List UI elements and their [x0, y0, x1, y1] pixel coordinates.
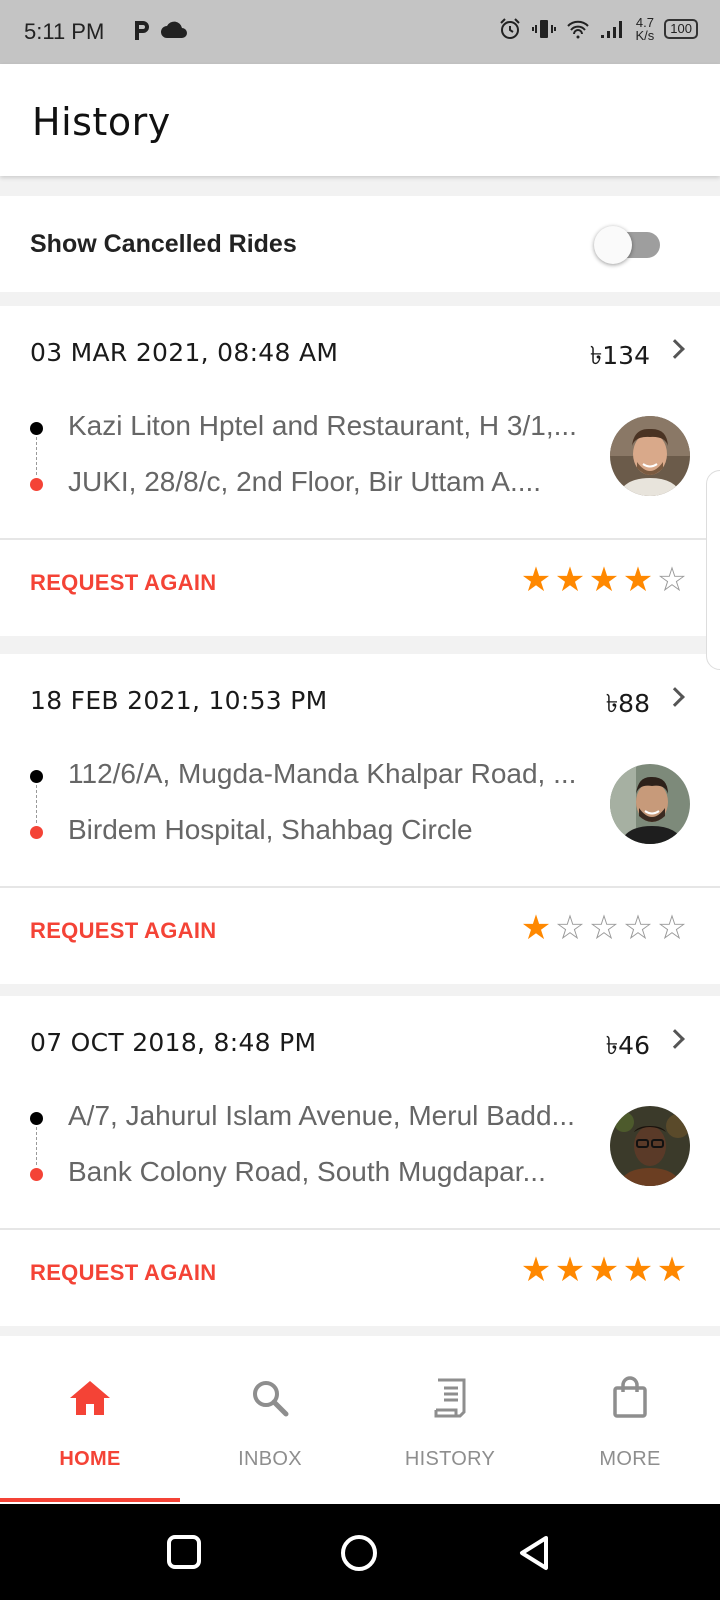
cancelled-rides-row: Show Cancelled Rides	[0, 196, 720, 292]
wifi-icon	[566, 20, 589, 39]
toggle-thumb	[594, 226, 632, 264]
bag-icon	[613, 1376, 647, 1418]
ride-date: 18 FEB 2021, 10:53 PM	[30, 686, 328, 715]
side-edge-handle[interactable]	[706, 470, 720, 670]
ride-date: 07 OCT 2018, 8:48 PM	[30, 1028, 317, 1057]
home-circle-icon[interactable]	[340, 1534, 378, 1572]
star-filled-icon: ★	[588, 1251, 620, 1289]
status-right-icons: 4.7 K/s 100	[498, 16, 698, 42]
star-outline-icon: ☆	[622, 909, 654, 947]
nav-item-more[interactable]: MORE	[540, 1336, 720, 1504]
receipt-icon	[434, 1378, 466, 1418]
card-divider	[0, 1228, 720, 1230]
ride-date: 03 MAR 2021, 08:48 AM	[30, 338, 339, 367]
star-filled-icon: ★	[554, 561, 586, 599]
driver-avatar	[610, 416, 690, 496]
request-again-button[interactable]: REQUEST AGAIN	[30, 570, 216, 596]
dropoff-dot-icon	[30, 826, 43, 839]
rating-stars: ★ ★ ★ ★ ☆	[520, 562, 688, 598]
dropoff-address: JUKI, 28/8/c, 2nd Floor, Bir Uttam A....	[68, 466, 542, 497]
route-line	[36, 1127, 37, 1165]
driver-avatar	[610, 764, 690, 844]
star-outline-icon: ☆	[656, 909, 688, 947]
star-filled-icon: ★	[520, 561, 552, 599]
recents-icon[interactable]	[166, 1534, 202, 1570]
dropoff-address: Birdem Hospital, Shahbag Circle	[68, 814, 473, 845]
nav-label-inbox: INBOX	[238, 1448, 302, 1470]
page-title: History	[32, 100, 171, 144]
rating-stars: ★ ★ ★ ★ ★	[520, 1252, 688, 1288]
home-icon	[70, 1381, 110, 1415]
star-filled-icon: ★	[622, 561, 654, 599]
star-filled-icon: ★	[554, 1251, 586, 1289]
rating-stars: ★ ☆ ☆ ☆ ☆	[520, 910, 688, 946]
pickup-address: A/7, Jahurul Islam Avenue, Merul Badd...	[68, 1100, 575, 1131]
ride-fare: ৳88	[605, 689, 650, 718]
route-line	[36, 437, 37, 475]
status-time: 5:11 PM	[24, 19, 105, 44]
cancelled-rides-label: Show Cancelled Rides	[30, 230, 297, 258]
star-outline-icon: ☆	[588, 909, 620, 947]
nav-label-history: HISTORY	[404, 1448, 496, 1470]
chevron-right-icon[interactable]	[665, 339, 685, 359]
status-left-icons	[132, 18, 188, 42]
card-divider	[0, 886, 720, 888]
app-bar: History	[0, 64, 720, 176]
ride-fare: ৳134	[589, 341, 650, 370]
star-outline-icon: ☆	[656, 561, 688, 599]
nav-label-home: HOME	[59, 1448, 121, 1470]
pickup-address: Kazi Liton Hptel and Restaurant, H 3/1,.…	[68, 410, 577, 441]
chevron-right-icon[interactable]	[665, 1029, 685, 1049]
request-again-button[interactable]: REQUEST AGAIN	[30, 1260, 216, 1286]
star-filled-icon: ★	[520, 909, 552, 947]
signal-icon	[600, 21, 622, 38]
vibrate-icon	[531, 20, 556, 38]
speed-unit: K/s	[635, 28, 655, 43]
pickup-dot-icon	[30, 1112, 43, 1125]
battery-indicator: 100	[664, 19, 698, 39]
ride-card[interactable]: 03 MAR 2021, 08:48 AM ৳134 Kazi Liton Hp…	[0, 306, 720, 636]
parking-icon	[135, 21, 149, 40]
back-icon[interactable]	[516, 1534, 552, 1572]
driver-avatar	[610, 1106, 690, 1186]
network-speed: 4.7 K/s	[636, 16, 655, 42]
chevron-right-icon[interactable]	[665, 687, 685, 707]
request-again-button[interactable]: REQUEST AGAIN	[30, 918, 216, 944]
nav-item-home[interactable]: HOME	[0, 1336, 180, 1504]
star-filled-icon: ★	[622, 1251, 654, 1289]
card-divider	[0, 538, 720, 540]
search-icon	[253, 1381, 289, 1417]
dropoff-dot-icon	[30, 478, 43, 491]
pickup-dot-icon	[30, 770, 43, 783]
star-filled-icon: ★	[656, 1251, 688, 1289]
cancelled-rides-toggle[interactable]	[594, 226, 666, 264]
pickup-dot-icon	[30, 422, 43, 435]
nav-item-history[interactable]: HISTORY	[360, 1336, 540, 1504]
dropoff-dot-icon	[30, 1168, 43, 1181]
ride-route: Kazi Liton Hptel and Restaurant, H 3/1,.…	[30, 406, 600, 497]
dropoff-address: Bank Colony Road, South Mugdapar...	[68, 1156, 546, 1187]
ride-card[interactable]: 07 OCT 2018, 8:48 PM ৳46 A/7, Jahurul Is…	[0, 996, 720, 1326]
route-line	[36, 785, 37, 823]
ride-route: 112/6/A, Mugda-Manda Khalpar Road, ... B…	[30, 754, 600, 845]
nav-label-more: MORE	[599, 1448, 661, 1470]
star-filled-icon: ★	[588, 561, 620, 599]
ride-fare: ৳46	[605, 1031, 650, 1060]
nav-active-indicator	[0, 1498, 180, 1502]
system-nav-bar	[0, 1504, 720, 1600]
nav-item-inbox[interactable]: INBOX	[180, 1336, 360, 1504]
cloud-icon	[161, 21, 187, 38]
bottom-navigation: HOME INBOX HISTORY MORE	[0, 1336, 720, 1504]
status-bar: 5:11 PM 4.7 K/s 100	[0, 0, 720, 64]
ride-route: A/7, Jahurul Islam Avenue, Merul Badd...…	[30, 1096, 600, 1187]
pickup-address: 112/6/A, Mugda-Manda Khalpar Road, ...	[68, 758, 577, 789]
ride-card[interactable]: 18 FEB 2021, 10:53 PM ৳88 112/6/A, Mugda…	[0, 654, 720, 984]
alarm-icon	[499, 18, 520, 39]
star-outline-icon: ☆	[554, 909, 586, 947]
star-filled-icon: ★	[520, 1251, 552, 1289]
